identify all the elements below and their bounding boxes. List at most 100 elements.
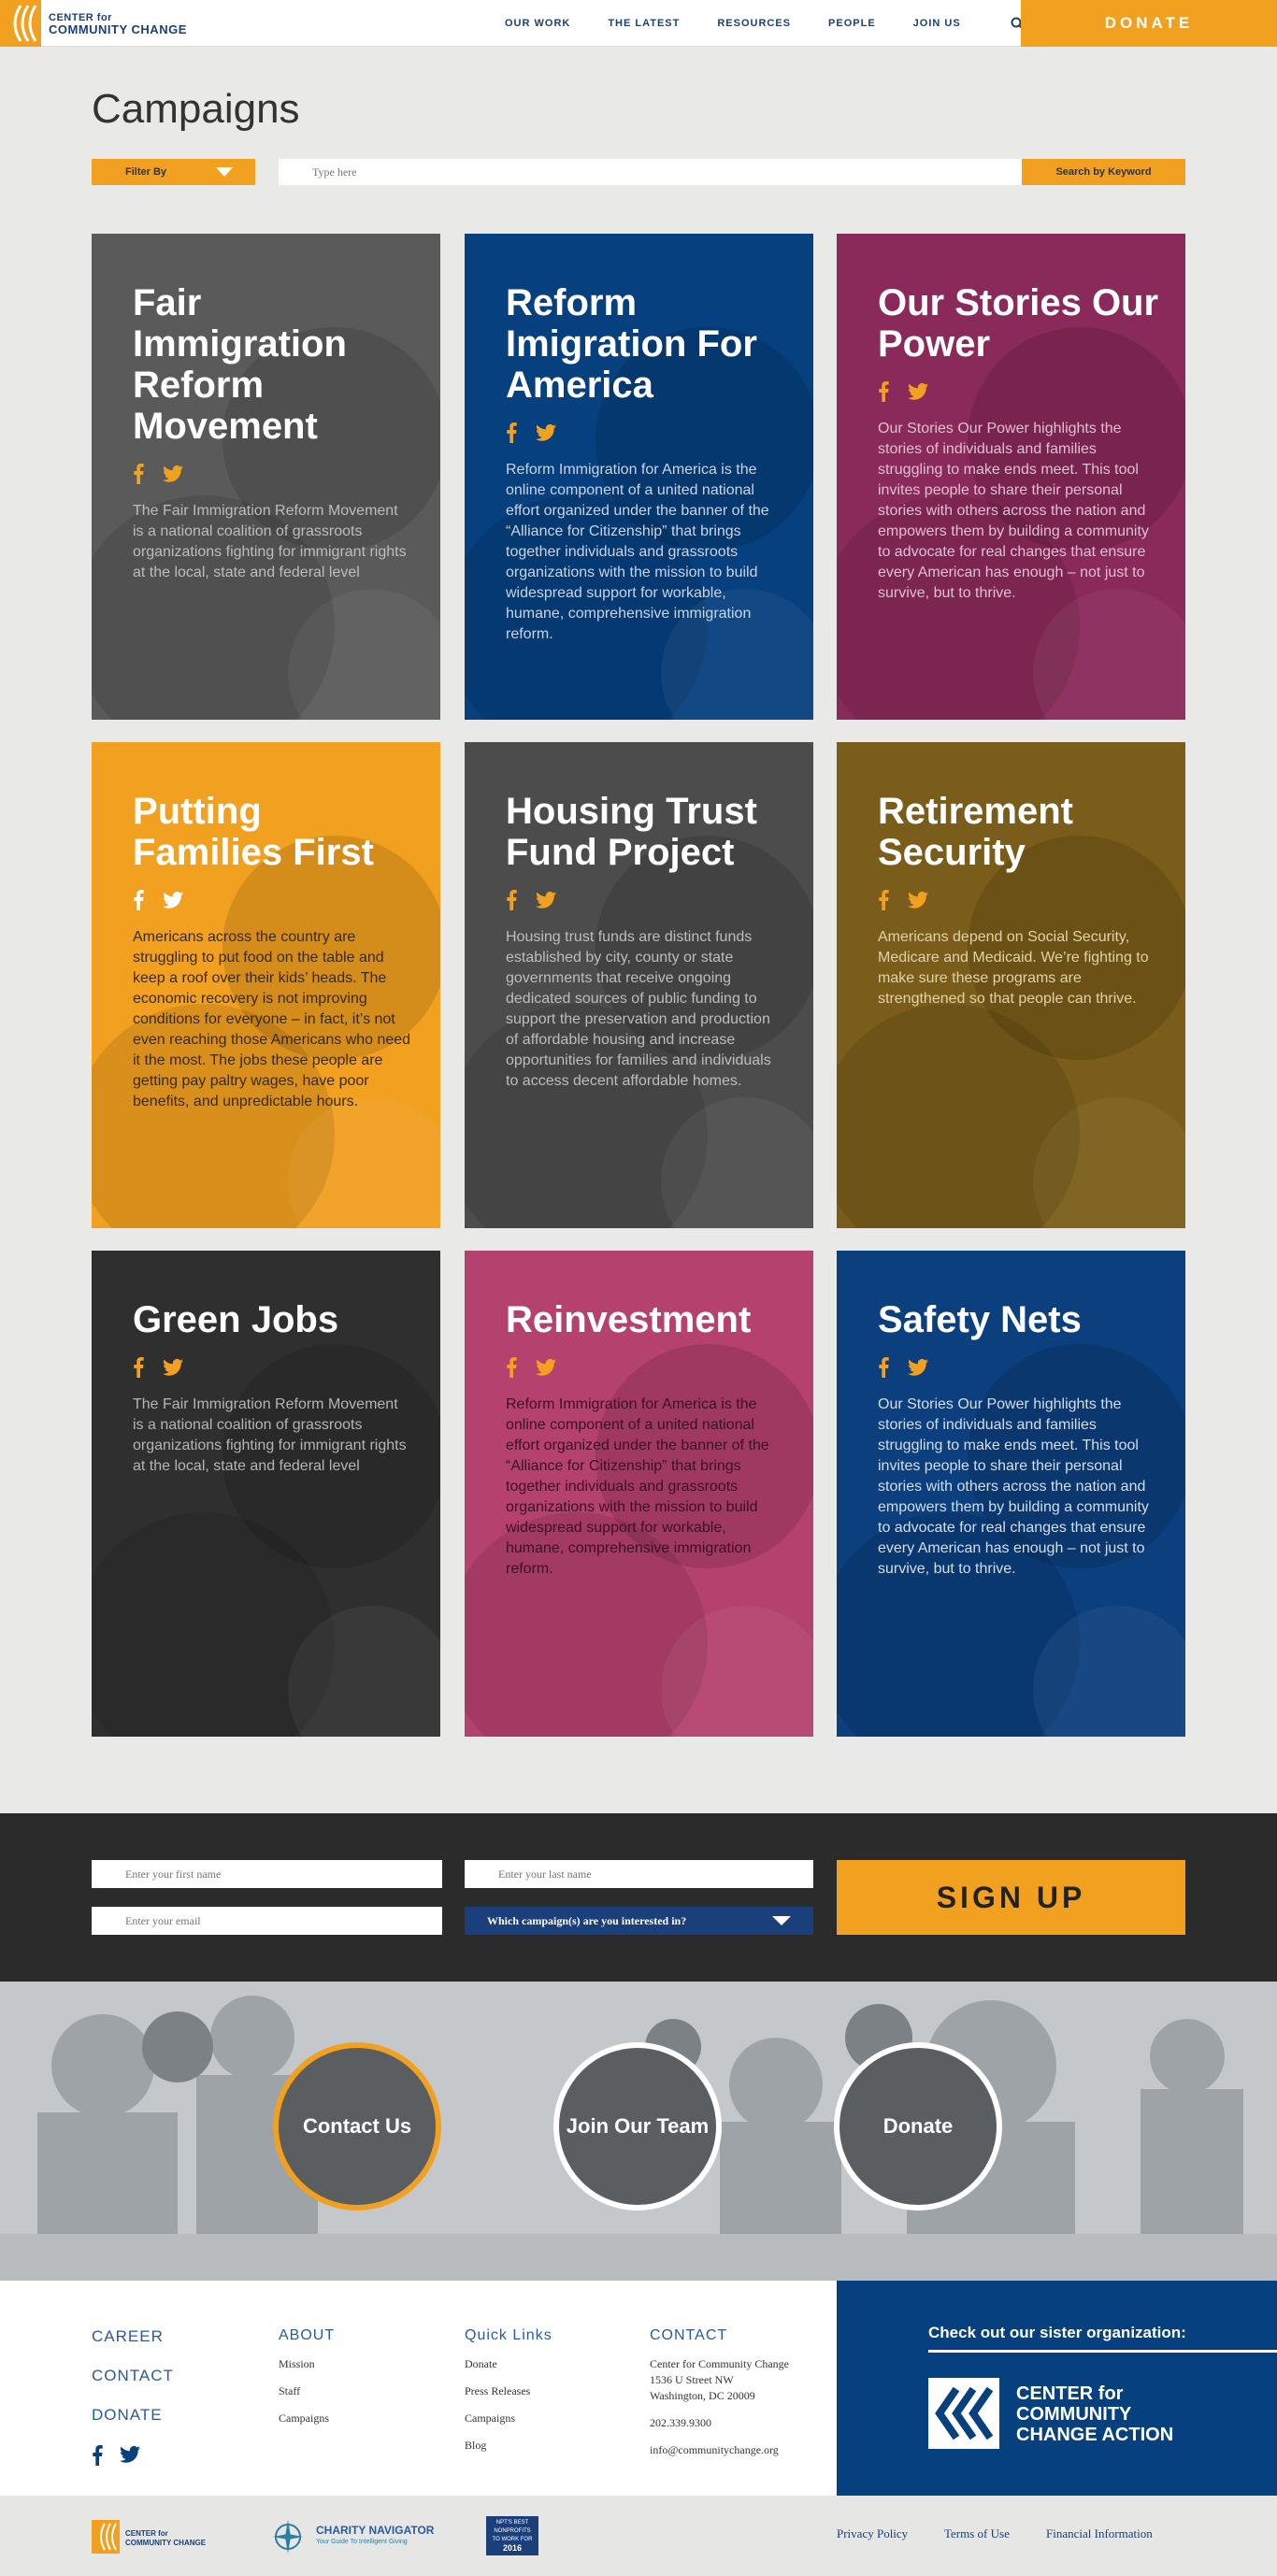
campaign-card-description: Reform Immigration for America is the on… [506,462,769,642]
sister-line2: COMMUNITY [1016,2404,1132,2425]
campaign-select-label: Which campaign(s) are you interested in? [487,1913,687,1927]
campaign-card-title: Green Jobs [133,1299,339,1340]
campaign-card[interactable]: Reinvestment Reform Immigration for Ameri… [465,1251,813,1737]
footer-donate-link[interactable]: DONATE [92,2406,174,2425]
npt-badge[interactable]: NPT'S BEST NONPROFITS TO WORK FOR 2016 [486,2516,538,2555]
campaign-card[interactable]: Housing Trust Fund Project Housing trust … [465,742,813,1228]
footer-about-heading: ABOUT [279,2327,336,2343]
nav-the-latest[interactable]: THE LATEST [608,18,680,29]
email-field[interactable] [92,1907,442,1935]
facebook-icon[interactable] [878,1357,889,1378]
campaign-card-social [878,890,928,910]
twitter-icon[interactable] [163,465,183,483]
footer-contact-link[interactable]: CONTACT [92,2367,174,2385]
main-nav: OUR WORK THE LATEST RESOURCES PEOPLE JOI… [505,0,1026,47]
twitter-icon[interactable] [908,891,928,909]
twitter-icon[interactable] [120,2445,140,2464]
last-name-field[interactable] [465,1860,813,1888]
footer-mission-link[interactable]: Mission [279,2357,335,2371]
footer-contact-heading: CONTACT [650,2327,728,2343]
footer-quick-campaigns-link[interactable]: Campaigns [465,2411,552,2426]
facebook-icon[interactable] [506,1357,517,1378]
campaign-card-description: Our Stories Our Power highlights the sto… [878,1396,1149,1577]
npt-line2: NONPROFITS [494,2528,531,2534]
campaign-card-social [506,422,556,443]
footer-org-name: Center for Community Change [650,2357,789,2370]
campaign-select[interactable]: Which campaign(s) are you interested in? [465,1907,813,1935]
sign-up-button[interactable]: SIGN UP [837,1860,1185,1935]
join-our-team-button[interactable]: Join Our Team [553,2042,722,2211]
npt-line4: 2016 [502,2543,523,2553]
campaign-card-description: Our Stories Our Power highlights the sto… [878,421,1149,601]
campaign-card[interactable]: Reform Imigration For America Reform Immi… [465,234,813,720]
twitter-icon[interactable] [536,891,556,909]
sister-org-panel[interactable]: Check out our sister organization: CENTE… [837,2281,1277,2496]
campaign-card-social [878,1357,928,1378]
campaign-card[interactable]: Retirement Security Americans depend on S… [837,742,1185,1228]
footer-social [92,2445,174,2466]
footer-quick-donate-link[interactable]: Donate [465,2357,552,2371]
campaign-card[interactable]: Putting Families First Americans across t… [92,742,440,1228]
footer-campaigns-link[interactable]: Campaigns [279,2411,335,2426]
campaign-card-social [878,381,928,402]
facebook-icon[interactable] [878,381,889,402]
campaign-card[interactable]: Our Stories Our Power Our Stories Our Pow… [837,234,1185,720]
site-logo[interactable]: CENTER for COMMUNITY CHANGE [0,0,206,47]
chevron-down-icon [772,1916,791,1925]
footer-career-link[interactable]: CAREER [92,2327,174,2346]
footer-press-link[interactable]: Press Releases [465,2384,552,2398]
twitter-icon[interactable] [908,1358,928,1377]
campaign-card[interactable]: Fair Immigration Reform Movement The Fair… [92,234,440,720]
campaign-card-title: Safety Nets [878,1299,1082,1340]
donate-circle-button[interactable]: Donate [834,2042,1002,2211]
footer-col-contact: CONTACT Center for Community Change 1536… [650,2327,789,2470]
campaign-card-social [506,1357,556,1378]
nav-join-us[interactable]: JOIN US [913,18,961,29]
campaign-card-title: Reinvestment [506,1299,752,1340]
sister-heading: Check out our sister organization: [928,2324,1186,2341]
campaign-card-title: Putting Families First [133,791,374,873]
campaign-card[interactable]: Green Jobs The Fair Immigration Reform Mo… [92,1251,440,1737]
charity-navigator-logo[interactable]: CHARITY NAVIGATOR [316,2524,434,2537]
footer-staff-link[interactable]: Staff [279,2384,335,2398]
campaign-card-social [133,464,183,484]
ccc-badge-logo-icon [92,2520,120,2554]
nav-our-work[interactable]: OUR WORK [505,18,570,29]
facebook-icon[interactable] [506,890,517,910]
campaign-card-title: Fair Immigration Reform Movement [133,282,347,447]
nav-resources[interactable]: RESOURCES [717,18,791,29]
ccc-badge-text: CENTER for COMMUNITY CHANGE [125,2529,206,2548]
facebook-icon[interactable] [92,2445,103,2466]
contact-us-button[interactable]: Contact Us [273,2042,441,2211]
twitter-icon[interactable] [536,1358,556,1377]
footer-blog-link[interactable]: Blog [465,2439,552,2453]
twitter-icon[interactable] [908,382,928,401]
facebook-icon[interactable] [133,1357,144,1378]
first-name-field[interactable] [92,1860,442,1888]
facebook-icon[interactable] [506,422,517,443]
facebook-icon[interactable] [878,890,889,910]
footer-email-link[interactable]: info@communitychange.org [650,2443,789,2457]
footer-quick-heading: Quick Links [465,2327,552,2343]
chevron-down-icon [216,167,233,177]
donate-button[interactable]: DONATE [1021,0,1277,47]
sister-divider [928,2350,1277,2353]
twitter-icon[interactable] [536,423,556,442]
nav-people[interactable]: PEOPLE [828,18,876,29]
twitter-icon[interactable] [163,891,183,909]
footer-address1: 1536 U Street NW [650,2373,734,2386]
filter-dropdown[interactable]: Filter By [92,159,255,185]
facebook-icon[interactable] [133,464,144,484]
footer-col-quick: Quick Links Donate Press Releases Campai… [465,2327,552,2466]
keyword-search-input[interactable] [279,159,1022,185]
facebook-icon[interactable] [133,890,144,910]
privacy-policy-link[interactable]: Privacy Policy [837,2526,908,2541]
twitter-icon[interactable] [163,1358,183,1377]
sister-logo-text: CENTER for COMMUNITY CHANGE ACTION [1016,2383,1173,2445]
terms-of-use-link[interactable]: Terms of Use [944,2526,1010,2541]
financial-information-link[interactable]: Financial Information [1046,2526,1153,2541]
campaign-card-description: Americans depend on Social Security, Med… [878,929,1149,1007]
logo-line2: COMMUNITY CHANGE [49,22,187,36]
campaign-card[interactable]: Safety Nets Our Stories Our Power highlig… [837,1251,1185,1737]
search-by-keyword-button[interactable]: Search by Keyword [1022,159,1185,185]
